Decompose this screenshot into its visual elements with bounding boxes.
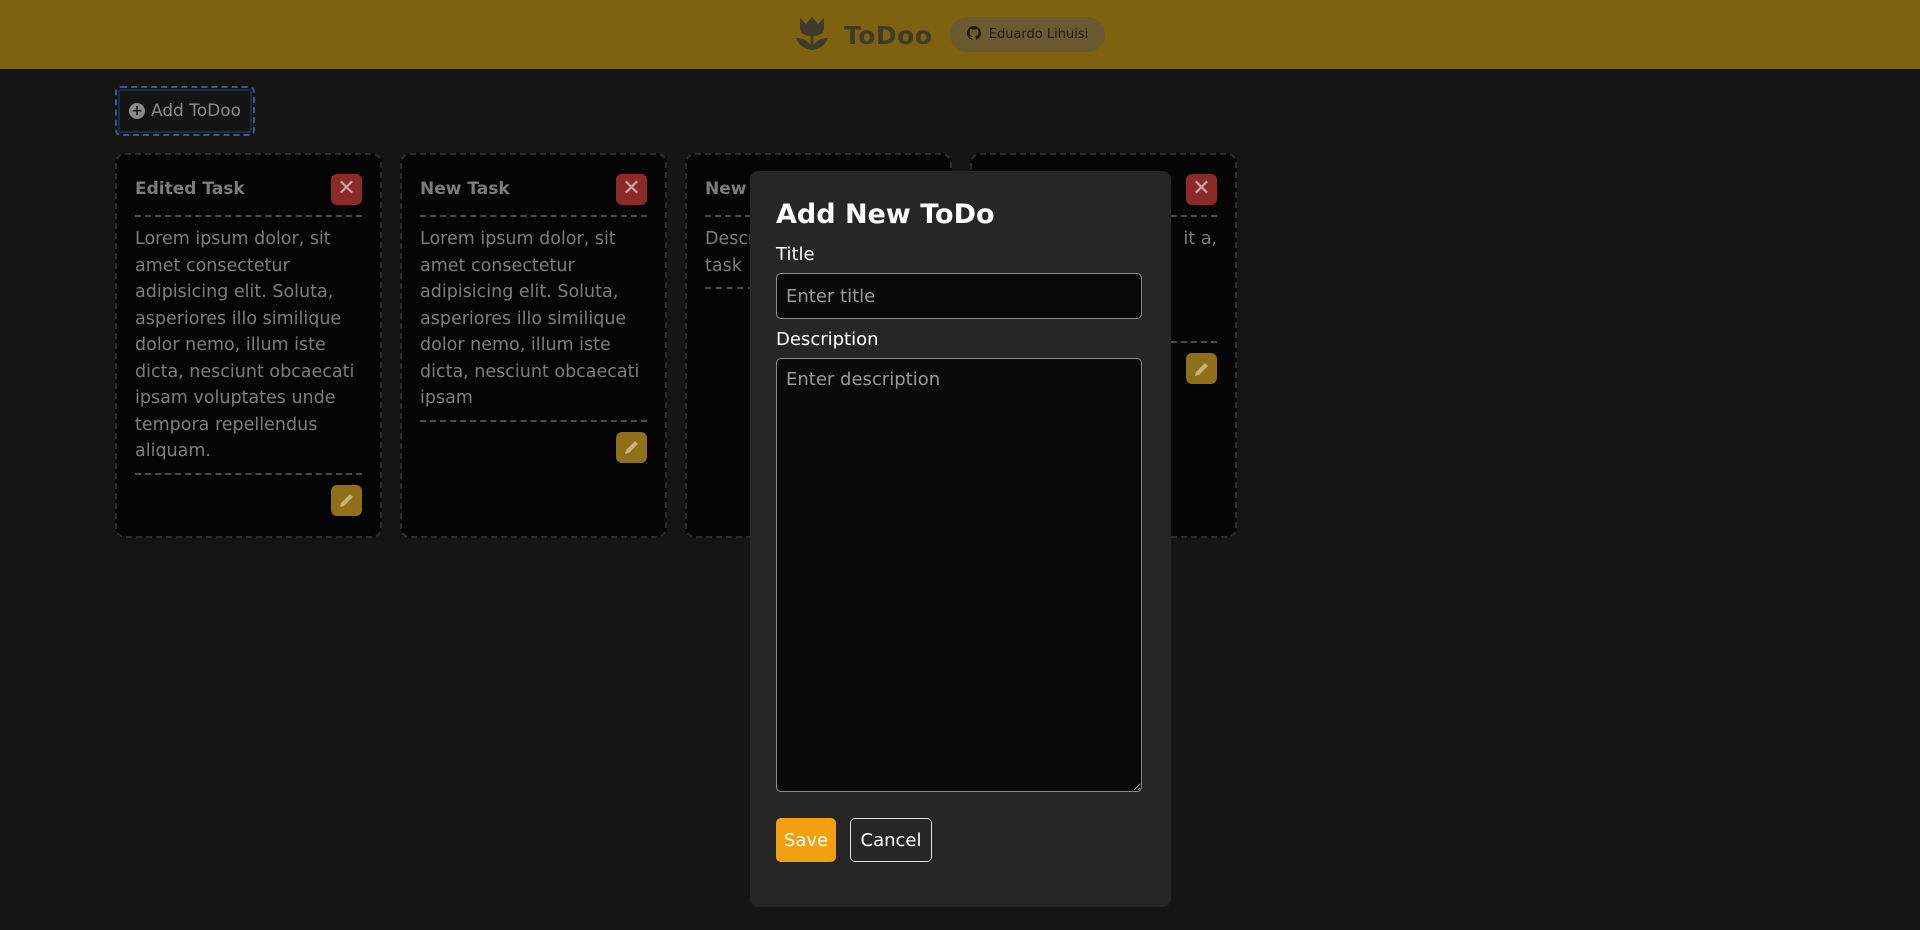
github-icon: [966, 25, 981, 44]
pencil-icon: [1194, 362, 1208, 376]
edit-button[interactable]: [616, 431, 647, 463]
brand[interactable]: ToDoo: [794, 14, 933, 56]
add-todo-label: Add ToDoo: [150, 101, 242, 121]
plus-circle-icon: +: [128, 103, 145, 119]
modal-title: Add New ToDo: [776, 199, 995, 230]
pencil-icon: [339, 494, 353, 507]
todo-card: Edited Task ✕ Lorem ipsum dolor, sit ame…: [115, 153, 382, 538]
card-description: Lorem ipsum dolor, sit amet consectetur …: [135, 217, 362, 475]
delete-button[interactable]: ✕: [1186, 173, 1217, 205]
edit-button[interactable]: [331, 484, 362, 516]
title-input[interactable]: [776, 273, 1142, 319]
app-header: ToDoo Eduardo Lihuisi: [0, 0, 1920, 69]
title-label: Title: [776, 244, 815, 265]
save-button[interactable]: Save: [776, 818, 836, 862]
delete-button[interactable]: ✕: [616, 173, 647, 205]
card-description: Lorem ipsum dolor, sit amet consectetur …: [420, 217, 647, 422]
description-label: Description: [776, 329, 879, 350]
tulip-logo-icon: [794, 14, 830, 56]
delete-button[interactable]: ✕: [331, 173, 362, 205]
todo-card: New Task ✕ Lorem ipsum dolor, sit amet c…: [400, 153, 667, 538]
add-todo-button[interactable]: + Add ToDoo: [115, 86, 255, 136]
cancel-button[interactable]: Cancel: [850, 818, 932, 862]
pencil-icon: [624, 441, 638, 454]
github-link[interactable]: Eduardo Lihuisi: [950, 17, 1105, 52]
brand-name: ToDoo: [844, 20, 933, 50]
edit-button[interactable]: [1186, 353, 1217, 384]
card-title: Edited Task: [135, 179, 245, 199]
board: + Add ToDoo Edited Task ✕ Lorem ipsum do…: [0, 69, 1920, 930]
add-todo-modal: Add New ToDo Title Description Save Canc…: [750, 171, 1171, 907]
description-textarea[interactable]: [776, 358, 1142, 792]
card-title: New Task: [420, 179, 510, 199]
github-label: Eduardo Lihuisi: [988, 27, 1089, 42]
